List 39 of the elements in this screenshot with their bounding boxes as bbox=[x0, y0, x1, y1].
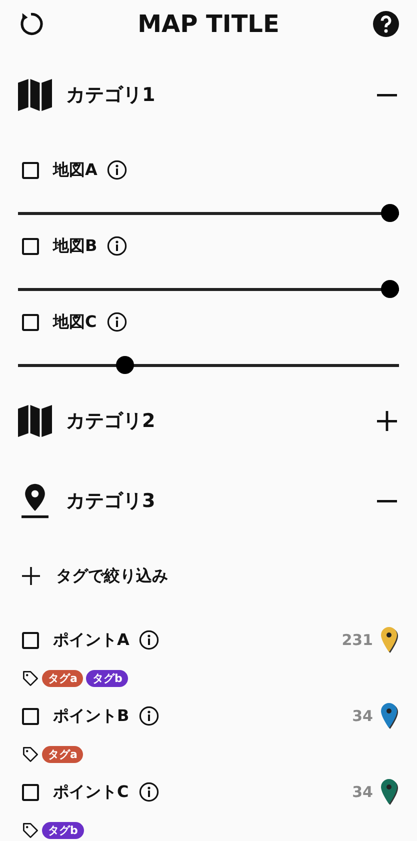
point-count: 34 bbox=[352, 707, 373, 725]
layer-name: 地図C bbox=[53, 312, 97, 332]
checkbox[interactable] bbox=[22, 708, 39, 724]
checkbox[interactable] bbox=[22, 314, 39, 330]
map-title: MAP TITLE bbox=[138, 10, 280, 38]
checkbox[interactable] bbox=[22, 162, 39, 178]
point-name: ポイントA bbox=[53, 630, 130, 650]
category-title: カテゴリ1 bbox=[66, 83, 156, 108]
info-icon[interactable] bbox=[138, 782, 159, 802]
info-icon[interactable] bbox=[107, 160, 128, 180]
help-icon[interactable] bbox=[372, 11, 399, 37]
plus-icon[interactable] bbox=[377, 411, 397, 431]
tag-badge: タグb bbox=[42, 822, 84, 838]
point-name: ポイントB bbox=[53, 706, 130, 726]
tag-icon bbox=[22, 746, 39, 762]
checkbox[interactable] bbox=[22, 632, 39, 648]
map-icon bbox=[18, 403, 52, 439]
category-title: カテゴリ2 bbox=[66, 409, 156, 434]
layer-name: 地図B bbox=[53, 236, 98, 256]
info-icon[interactable] bbox=[106, 312, 127, 332]
tag-badge: タグb bbox=[86, 670, 128, 686]
layer-name: 地図A bbox=[53, 160, 98, 180]
checkbox[interactable] bbox=[22, 784, 39, 800]
point-count: 231 bbox=[342, 631, 373, 649]
tag-badge: タグa bbox=[42, 746, 84, 762]
info-icon[interactable] bbox=[139, 630, 160, 650]
reload-icon[interactable] bbox=[18, 11, 44, 37]
filter-button[interactable]: タグで絞り込み bbox=[18, 556, 168, 596]
map-icon bbox=[18, 77, 52, 113]
checkbox[interactable] bbox=[22, 238, 39, 254]
tag-icon bbox=[22, 670, 39, 686]
info-icon[interactable] bbox=[139, 706, 160, 726]
tag-icon bbox=[22, 822, 39, 838]
point-count: 34 bbox=[352, 783, 373, 801]
category-title: カテゴリ3 bbox=[66, 489, 156, 514]
info-icon[interactable] bbox=[107, 236, 128, 256]
point-name: ポイントC bbox=[53, 782, 129, 802]
tag-badge: タグa bbox=[42, 670, 84, 686]
plus-icon bbox=[22, 567, 40, 585]
